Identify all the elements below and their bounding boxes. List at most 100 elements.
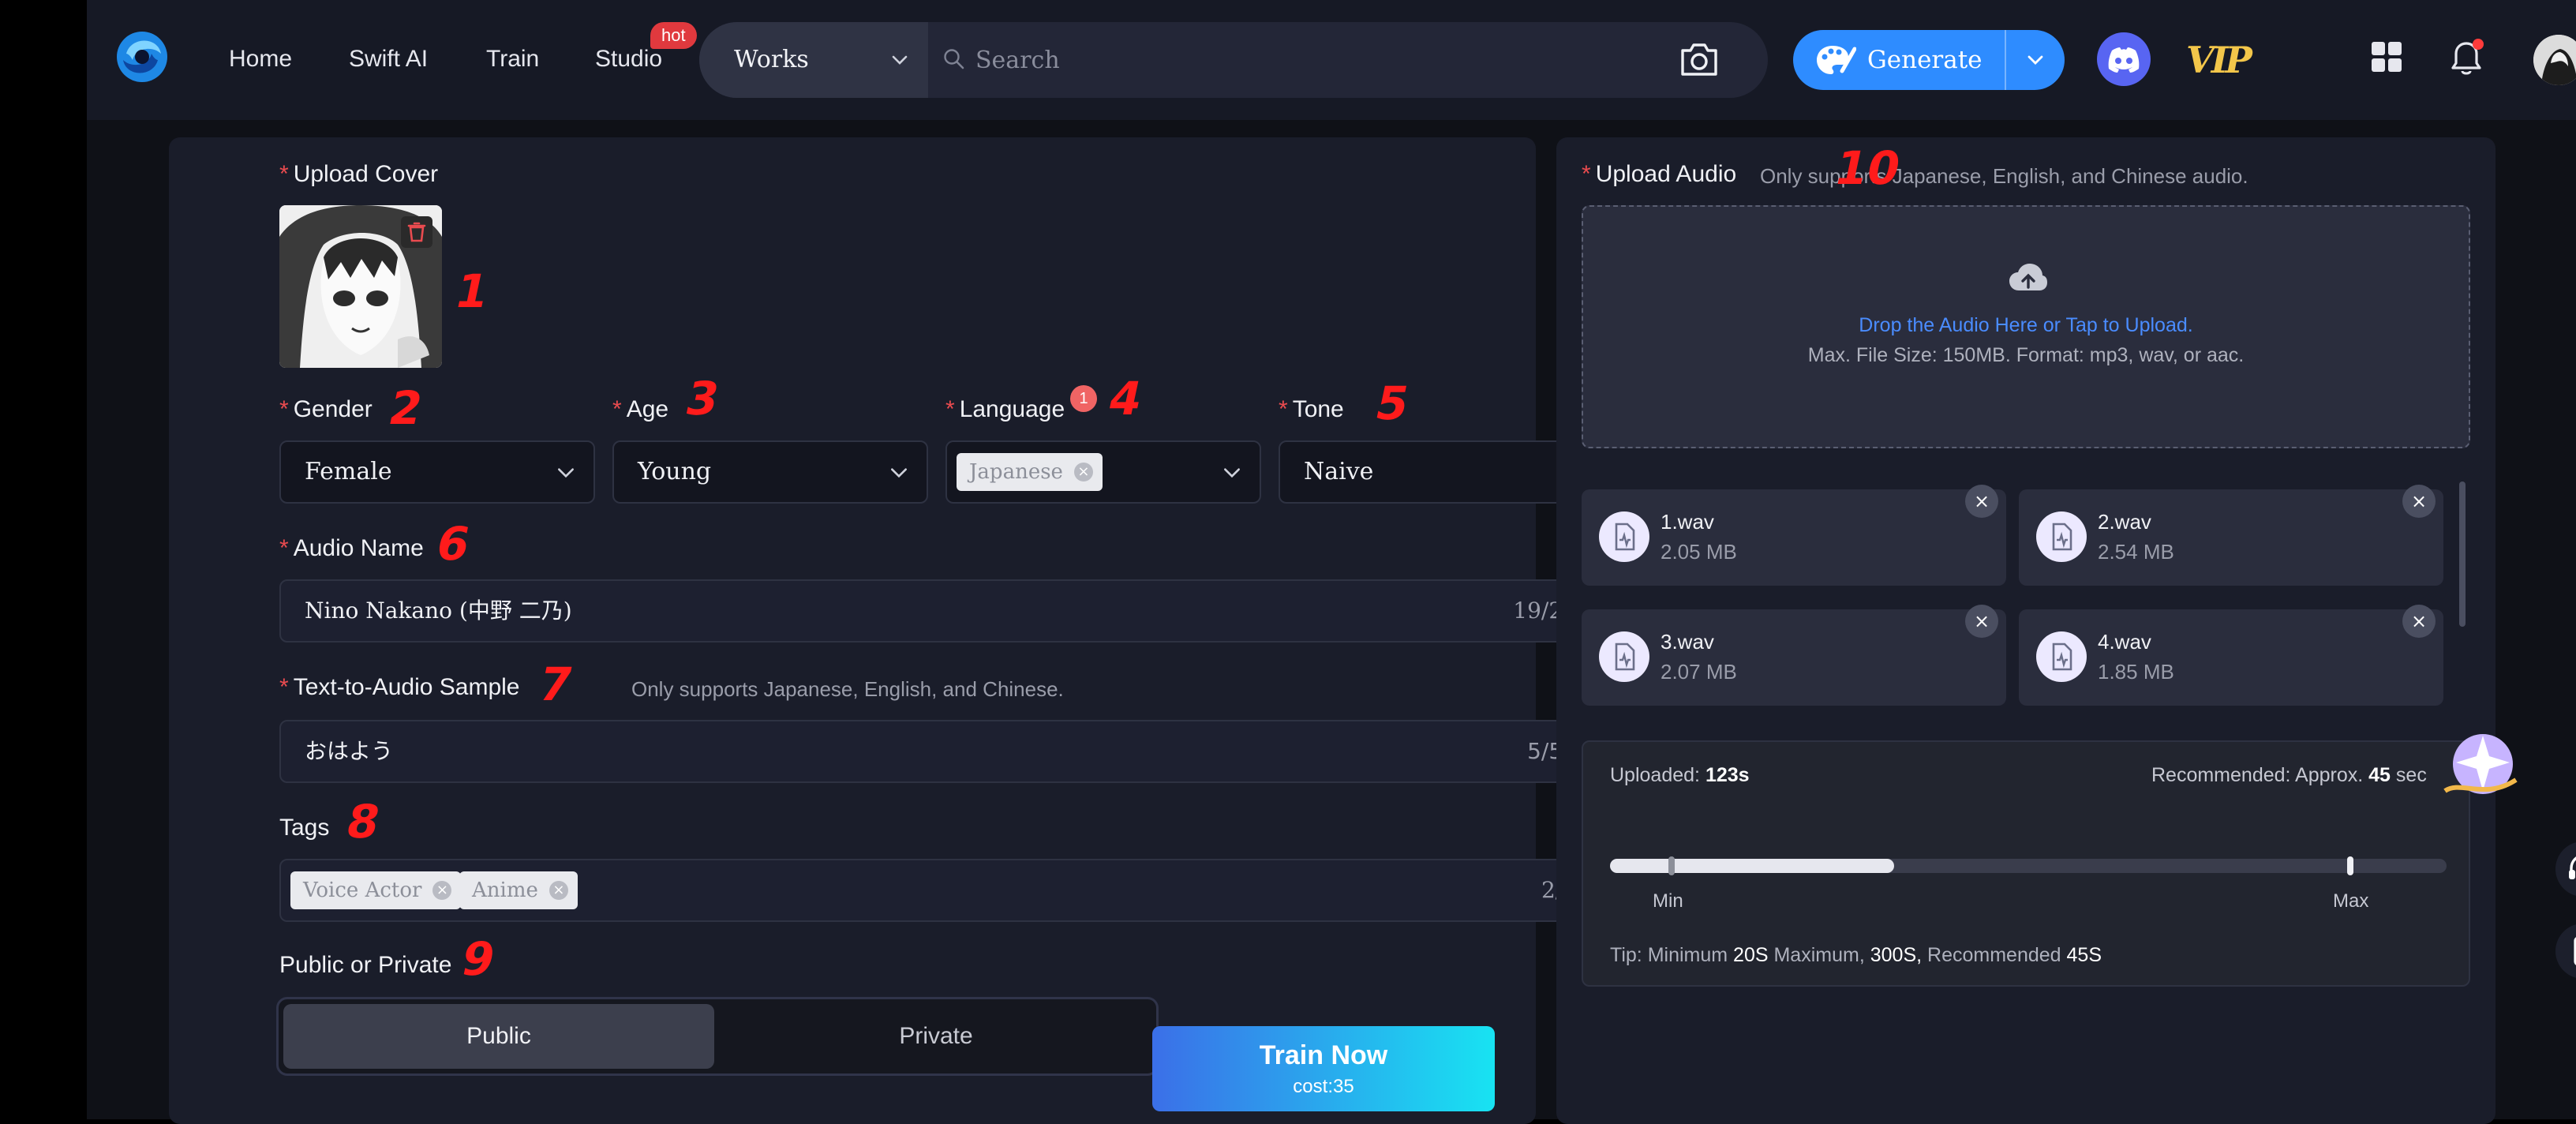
nav-train[interactable]: Train (486, 46, 539, 73)
chevron-down-icon (2027, 55, 2043, 65)
language-tag-label: Japanese (969, 460, 1063, 484)
assistant-mascot-icon[interactable] (2437, 725, 2521, 808)
tags-label: Tags (279, 815, 330, 841)
audio-file-icon (1599, 511, 1649, 562)
file-list-scrollbar[interactable] (2459, 481, 2466, 627)
upload-audio-label: * Upload Audio (1582, 161, 1737, 187)
recommended-duration: Recommended: Approx. 45 sec (2151, 764, 2427, 786)
min-label: Min (1653, 890, 1683, 912)
sample-text-label: * Text-to-Audio Sample (279, 674, 520, 700)
top-bar: Home Swift AI Train Studio hot Works Gen… (87, 0, 2576, 120)
private-option[interactable]: Private (721, 1004, 1151, 1069)
audio-file-icon (2036, 511, 2087, 562)
tag-chip: Voice Actor × (290, 871, 462, 909)
age-select[interactable]: Young (612, 440, 928, 504)
gender-select[interactable]: Female (279, 440, 595, 504)
file-name: 3.wav (1661, 630, 1714, 654)
discord-icon[interactable] (2096, 32, 2151, 87)
tag-label: Anime (472, 879, 538, 902)
tag-chip: Anime × (459, 871, 578, 909)
nav-studio[interactable]: Studio (595, 46, 662, 73)
generate-dropdown[interactable] (2005, 30, 2065, 90)
duration-tip: Tip: Minimum 20S Maximum, 300S, Recommen… (1610, 944, 2102, 966)
sample-text-hint: Only supports Japanese, English, and Chi… (631, 677, 1064, 701)
support-button[interactable] (2555, 841, 2576, 897)
remove-file-icon[interactable]: × (1965, 605, 1998, 638)
train-now-button[interactable]: Train Now cost:35 (1152, 1026, 1495, 1111)
train-cost: cost:35 (1293, 1076, 1354, 1097)
audio-file-item[interactable]: 3.wav 2.07 MB × (1582, 605, 2006, 706)
gender-value: Female (305, 458, 392, 485)
search-input[interactable] (975, 22, 1607, 98)
nav-swift-ai[interactable]: Swift AI (349, 46, 428, 73)
mobile-app-button[interactable] (2555, 924, 2576, 979)
language-tag: Japanese × (957, 453, 1103, 491)
grid-icon[interactable] (2371, 41, 2402, 73)
file-size: 1.85 MB (2098, 660, 2174, 684)
language-select[interactable]: Japanese × (945, 440, 1261, 504)
avatar[interactable] (2533, 35, 2576, 85)
drop-text: Drop the Audio Here or Tap to Upload. (1859, 314, 2193, 336)
remove-tag-icon[interactable]: × (1073, 463, 1093, 481)
tone-value: Naive (1304, 458, 1374, 485)
delete-cover-button[interactable] (401, 216, 432, 248)
generate-button[interactable]: Generate (1793, 30, 2065, 90)
search-icon (944, 49, 964, 69)
audio-file-item[interactable]: 4.wav 1.85 MB × (2019, 605, 2443, 706)
uploaded-duration: Uploaded: 123s (1610, 764, 1750, 786)
audio-name-value: Nino Nakano (中野 二乃) (305, 598, 572, 624)
chevron-down-icon (892, 55, 908, 65)
logo-icon[interactable] (115, 30, 169, 84)
remove-file-icon[interactable]: × (1965, 485, 1998, 518)
visibility-label: Public or Private (279, 952, 452, 978)
language-label: * Language (945, 396, 1065, 422)
file-size: 2.05 MB (1661, 540, 1737, 564)
avatar-image (2533, 35, 2576, 85)
public-option[interactable]: Public (283, 1004, 714, 1069)
remove-tag-icon[interactable]: × (432, 881, 452, 900)
upload-limits: Max. File Size: 150MB. Format: mp3, wav,… (1807, 344, 2245, 366)
file-size: 2.07 MB (1661, 660, 1737, 684)
duration-fill (1610, 859, 1895, 873)
remove-file-icon[interactable]: × (2402, 485, 2436, 518)
file-size: 2.54 MB (2098, 540, 2174, 564)
age-value: Young (638, 458, 712, 485)
upload-audio-panel: * Upload Audio Only supports Japanese, En… (1556, 137, 2496, 1124)
audio-file-item[interactable]: 2.wav 2.54 MB × (2019, 485, 2443, 586)
chevron-down-icon (558, 468, 574, 478)
max-label: Max (2333, 890, 2369, 912)
duration-track[interactable] (1610, 856, 2447, 875)
camera-icon[interactable] (1678, 39, 1720, 79)
cover-image[interactable] (279, 205, 442, 368)
bell-icon[interactable] (2447, 36, 2486, 79)
remove-file-icon[interactable]: × (2402, 605, 2436, 638)
annotation-number: 10 (1829, 141, 1905, 195)
audio-file-item[interactable]: 1.wav 2.05 MB × (1582, 485, 2006, 586)
audio-dropzone[interactable]: Drop the Audio Here or Tap to Upload. Ma… (1582, 205, 2470, 448)
vip-label: VIP (2186, 39, 2252, 81)
vip-badge[interactable]: VIP (2186, 36, 2252, 84)
headset-icon (2569, 856, 2576, 879)
audio-name-label: * Audio Name (279, 535, 424, 561)
tags-input[interactable]: Voice Actor× Anime× 2/5 (279, 859, 1594, 922)
file-name: 1.wav (1661, 510, 1714, 534)
audio-file-icon (1599, 631, 1649, 682)
upload-stats: Uploaded: 123s Recommended: Approx. 45 s… (1582, 740, 2470, 987)
search-bar: Works (699, 22, 1768, 98)
age-label: * Age (612, 396, 669, 422)
sample-text-input[interactable]: おはよう 5/50 (279, 720, 1594, 783)
file-name: 2.wav (2098, 510, 2151, 534)
search-category-select[interactable]: Works (699, 22, 928, 98)
train-now-label: Train Now (1259, 1040, 1388, 1070)
audio-file-icon (2036, 631, 2087, 682)
audio-name-input[interactable]: Nino Nakano (中野 二乃) 19/20 (279, 579, 1594, 643)
trash-icon (407, 222, 426, 242)
nav-home[interactable]: Home (229, 46, 292, 73)
cloud-upload-icon (2009, 264, 2047, 290)
upload-cover-label: * Upload Cover (279, 161, 439, 187)
chevron-down-icon (1224, 468, 1240, 478)
tag-label: Voice Actor (303, 879, 422, 902)
remove-tag-icon[interactable]: × (549, 881, 568, 900)
generate-main[interactable]: Generate (1793, 30, 2005, 90)
tone-select[interactable]: Naive (1279, 440, 1594, 504)
